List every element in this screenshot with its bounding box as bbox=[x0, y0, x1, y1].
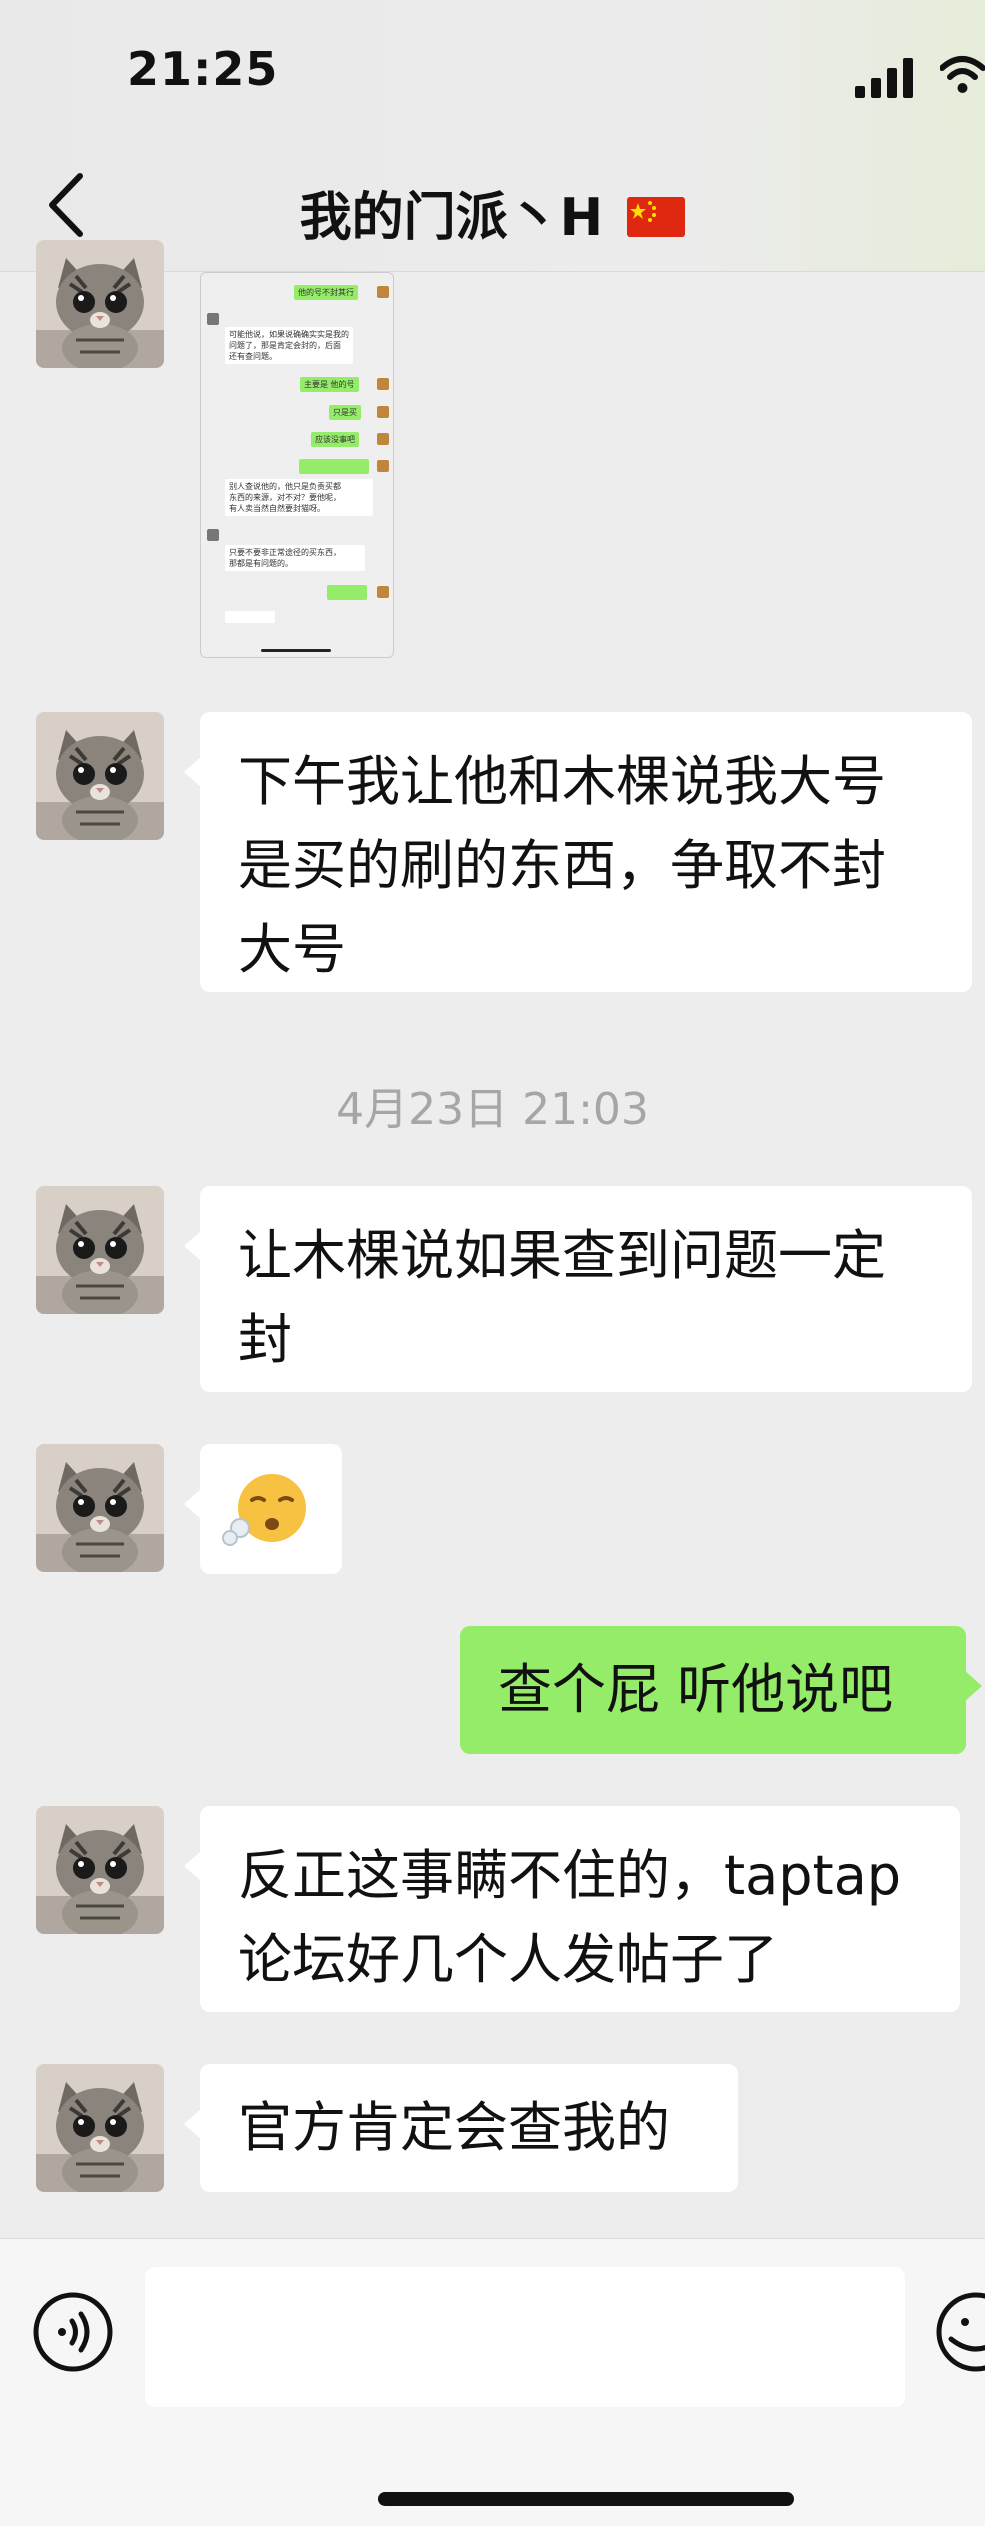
thumb-avatar bbox=[377, 286, 389, 298]
thumb-avatar bbox=[207, 313, 219, 325]
thumb-avatar bbox=[377, 433, 389, 445]
thumb-line: 只是买 bbox=[329, 405, 361, 420]
my-message-bubble[interactable]: 查个屁 听他说吧 bbox=[460, 1626, 982, 1754]
china-flag-icon bbox=[627, 197, 686, 237]
message-bubble[interactable]: 反正这事瞒不住的，taptap 论坛好几个人发帖子了 bbox=[184, 1806, 960, 2012]
home-indicator bbox=[378, 2492, 794, 2506]
message-input[interactable] bbox=[145, 2267, 905, 2407]
avatar[interactable] bbox=[36, 240, 164, 368]
avatar[interactable] bbox=[36, 1444, 164, 1572]
avatar[interactable] bbox=[36, 1186, 164, 1314]
thumb-line: 他的号不封其行 bbox=[294, 285, 358, 300]
status-time: 21:25 bbox=[127, 42, 279, 96]
top-bar: 21:25 我的门派丶H bbox=[0, 0, 985, 272]
message-timestamp: 4月23日 21:03 bbox=[336, 1084, 649, 1135]
avatar[interactable] bbox=[36, 712, 164, 840]
avatar[interactable] bbox=[36, 2064, 164, 2192]
wifi-icon bbox=[940, 56, 985, 93]
thumb-line: 只要不要非正常途径的买东西， 那都是有问题的。 bbox=[225, 545, 365, 571]
thumb-home-bar bbox=[261, 649, 331, 652]
voice-input-icon[interactable] bbox=[32, 2291, 114, 2373]
thumb-line: 应该没事吧 bbox=[311, 432, 359, 447]
message-bubble[interactable]: 下午我让他和木棵说我大号 是买的刷的东西，争取不封 大号 bbox=[184, 712, 972, 992]
thumb-line bbox=[299, 459, 369, 474]
thumb-avatar bbox=[377, 586, 389, 598]
emoji-icon[interactable] bbox=[935, 2291, 985, 2373]
thumb-avatar bbox=[377, 460, 389, 472]
chat-image-screenshot[interactable]: 他的号不封其行 可能他说，如果说确确实实是我的 问题了，那是肯定会封的，后面 还… bbox=[200, 272, 394, 658]
message-bubble[interactable]: 官方肯定会查我的 bbox=[184, 2064, 738, 2192]
composer-bar bbox=[0, 2238, 985, 2526]
chat-title-text: 我的门派丶H bbox=[299, 188, 604, 248]
exhaling-face-emoji-icon bbox=[222, 1474, 306, 1546]
thumb-line: 主要是 他的号 bbox=[300, 377, 359, 392]
thumb-line bbox=[225, 611, 275, 623]
cellular-signal-icon bbox=[855, 58, 913, 98]
thumb-line: 别人查说他的，他只是负责买都 东西的来源，对不对？要他呢， 有人卖当然自然要封猫… bbox=[225, 479, 373, 516]
chat-title[interactable]: 我的门派丶H bbox=[0, 175, 985, 250]
thumb-avatar bbox=[207, 529, 219, 541]
thumb-avatar bbox=[377, 378, 389, 390]
emoji-bubble[interactable] bbox=[184, 1444, 342, 1574]
thumb-avatar bbox=[377, 406, 389, 418]
thumb-line: 可能他说，如果说确确实实是我的 问题了，那是肯定会封的，后面 还有查问题。 bbox=[225, 327, 353, 364]
thumb-line bbox=[327, 585, 367, 600]
message-bubble[interactable]: 让木棵说如果查到问题一定 封 bbox=[184, 1186, 972, 1392]
avatar[interactable] bbox=[36, 1806, 164, 1934]
